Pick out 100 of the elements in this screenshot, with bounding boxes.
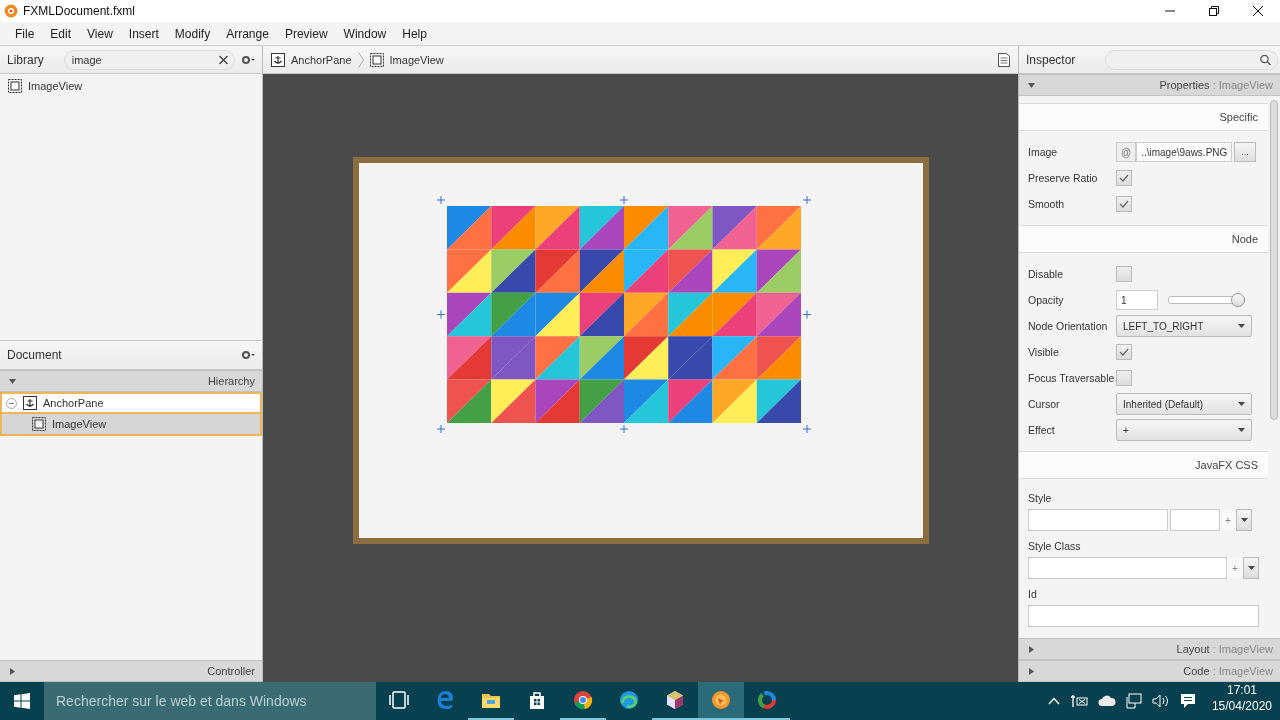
dropdown-button[interactable]	[1236, 509, 1252, 531]
property-label: Style	[1028, 491, 1053, 506]
app-logo-icon	[4, 4, 18, 18]
expand-triangle-icon[interactable]	[9, 667, 16, 675]
section-title: Hierarchy	[207, 375, 255, 387]
chevron-icon	[357, 51, 364, 68]
gear-dropdown-icon[interactable]	[241, 54, 255, 65]
property-label: Preserve Ratio	[1028, 172, 1099, 184]
caret-icon	[1238, 324, 1245, 328]
menu-item[interactable]: View	[79, 26, 121, 41]
restore-icon[interactable]	[1209, 6, 1219, 16]
library-search-field[interactable]: image	[63, 49, 235, 70]
shopping-bag-icon	[527, 690, 547, 710]
menu-item[interactable]: Arrange	[218, 26, 277, 41]
menu-item[interactable]: Preview	[276, 26, 336, 41]
property-label: Cursor	[1028, 398, 1061, 410]
checkbox[interactable]	[1116, 344, 1132, 360]
notification-icon[interactable]	[1179, 693, 1196, 709]
round-badge-icon	[711, 690, 731, 710]
browse-button[interactable]: ...	[1234, 142, 1256, 162]
speaker-icon[interactable]	[1151, 694, 1170, 708]
url-prefix: @	[1116, 142, 1137, 162]
property-label: Id	[1028, 587, 1038, 602]
browser-swirl-icon	[619, 690, 639, 710]
task-view-icon	[389, 690, 409, 710]
search-icon[interactable]	[1260, 54, 1272, 65]
windows-start-icon[interactable]	[14, 693, 30, 709]
group-title: JavaFX CSS	[1019, 451, 1268, 479]
menu-item[interactable]: Edit	[42, 26, 80, 41]
dropdown[interactable]: +	[1116, 419, 1252, 441]
checkbox[interactable]	[1116, 170, 1132, 186]
expand-triangle-icon[interactable]	[1028, 667, 1035, 675]
panel-title: Inspector	[1026, 52, 1076, 67]
menu-item[interactable]: Insert	[120, 26, 167, 41]
input-field[interactable]	[1170, 509, 1220, 531]
dropdown[interactable]: LEFT_TO_RIGHT	[1116, 315, 1252, 337]
chevron-up-icon[interactable]	[1047, 697, 1060, 705]
input-field[interactable]	[1028, 557, 1227, 579]
checkmark-icon	[1119, 348, 1129, 356]
panel-title: Library	[7, 52, 44, 67]
property-label: Effect	[1028, 424, 1056, 436]
colored-ring-icon	[757, 690, 777, 710]
input-field[interactable]	[1028, 509, 1168, 531]
anchor-pane-icon	[23, 396, 37, 410]
opacity-slider[interactable]	[1168, 293, 1245, 307]
dropdown[interactable]: Inherited (Default)	[1116, 393, 1252, 415]
monitor-icon[interactable]	[1125, 693, 1142, 709]
collapse-triangle-icon[interactable]	[9, 377, 16, 385]
tree-item[interactable]: ImageView	[0, 414, 262, 436]
network-adapter-icon[interactable]	[1069, 694, 1088, 708]
property-label: Node Orientation	[1028, 320, 1109, 332]
anchor-pane-icon	[271, 52, 285, 67]
library-item[interactable]: ImageView	[28, 80, 83, 92]
property-label: Focus Traversable	[1028, 372, 1116, 384]
clear-icon[interactable]	[219, 55, 228, 64]
clock-date[interactable]: 15/04/2020	[1211, 698, 1272, 714]
checkbox[interactable]	[1116, 370, 1132, 386]
menu-item[interactable]: Help	[394, 26, 435, 41]
input-field[interactable]	[1028, 605, 1259, 627]
image-view-icon	[369, 52, 384, 67]
document-icon[interactable]	[998, 52, 1010, 67]
close-icon[interactable]	[1253, 6, 1263, 16]
checkmark-icon	[1119, 200, 1129, 208]
property-label: Disable	[1028, 268, 1065, 280]
property-label: Image	[1028, 146, 1059, 158]
panel-title: Document	[7, 348, 62, 362]
collapse-triangle-icon[interactable]	[1028, 81, 1035, 89]
clock-time[interactable]: 17:01	[1226, 682, 1257, 698]
window-title: FXMLDocument.fxml	[23, 4, 136, 18]
checkmark-icon	[1119, 174, 1129, 182]
property-label: Visible	[1028, 346, 1060, 358]
group-title: Node	[1019, 225, 1268, 253]
breadcrumb-item[interactable]: AnchorPane	[271, 52, 352, 67]
section-title[interactable]: Code : ImageView	[1183, 665, 1273, 677]
property-label: Smooth	[1028, 198, 1066, 210]
menu-item[interactable]: Window	[335, 26, 395, 41]
dropdown-button[interactable]	[1243, 557, 1259, 579]
expand-triangle-icon[interactable]	[1028, 645, 1035, 653]
browser-e-icon	[435, 690, 455, 710]
inspector-search-field[interactable]	[1105, 49, 1279, 70]
breadcrumb-item[interactable]: ImageView	[369, 52, 444, 67]
group-title: Specific	[1019, 103, 1268, 131]
taskbar-search-field[interactable]: Rechercher sur le web et dans Windows	[44, 682, 376, 720]
cloud-icon[interactable]	[1097, 695, 1116, 707]
section-title: Controller	[207, 665, 255, 677]
slider-thumb[interactable]	[1231, 293, 1245, 307]
browser-circle-icon	[573, 690, 593, 710]
image-path-field[interactable]: ..\image\9aws.PNG	[1136, 142, 1233, 162]
menu-item[interactable]: File	[7, 26, 43, 41]
checkbox[interactable]	[1116, 266, 1132, 282]
checkbox[interactable]	[1116, 196, 1132, 212]
scrollbar-thumb[interactable]	[1270, 100, 1278, 420]
collapse-icon[interactable]	[6, 397, 17, 409]
gear-dropdown-icon[interactable]	[241, 350, 255, 360]
caret-icon	[1238, 402, 1245, 406]
image-view-icon	[32, 417, 46, 431]
menu-item[interactable]: Modify	[166, 26, 219, 41]
caret-icon	[1240, 518, 1248, 522]
opacity-field[interactable]: 1	[1116, 290, 1158, 310]
tree-item[interactable]: AnchorPane	[0, 392, 262, 414]
